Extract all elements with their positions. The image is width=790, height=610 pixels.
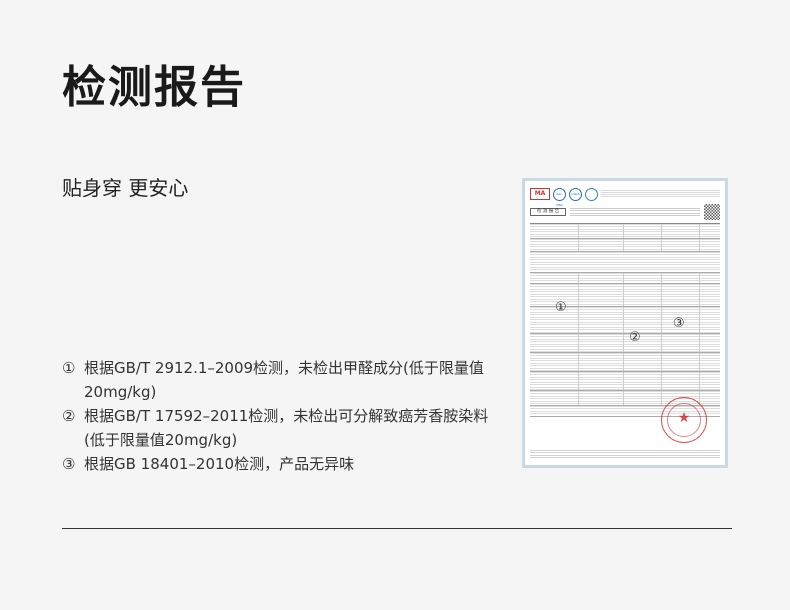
table-row [530,252,720,273]
report-mark-3: ③ [673,316,685,331]
note-number: ② [62,407,76,425]
cnas-logo-icon: CNAS [569,187,582,201]
table-row [530,372,720,391]
test-notes: ① 根据GB/T 2912.1–2009检测，未检出甲醛成分(低于限量值20mg… [62,356,492,476]
report-heading: 检 测 报 告 [530,208,567,216]
section-divider [62,528,732,529]
table-row [530,353,720,372]
report-document: MA ilac-MRA CNAS 检 测 报 告 ① ② ③ ★ [525,181,725,465]
table-row [530,239,720,252]
report-table [530,223,720,417]
report-footer-lines [530,450,720,460]
report-mark-2: ② [629,330,641,345]
table-row [530,224,720,239]
note-text: 根据GB/T 2912.1–2009检测，未检出甲醛成分(低于限量值20mg/k… [84,359,484,401]
note-item: ② 根据GB/T 17592–2011检测，未检出可分解致癌芳香胺染料(低于限量… [62,404,492,452]
note-item: ③ 根据GB 18401–2010检测，产品无异味 [62,452,492,476]
report-mark-1: ① [555,300,567,315]
report-logos: MA ilac-MRA CNAS [530,187,720,207]
page-subtitle: 贴身穿 更安心 [62,176,189,200]
note-text: 根据GB/T 17592–2011检测，未检出可分解致癌芳香胺染料(低于限量值2… [84,407,489,449]
note-text: 根据GB 18401–2010检测，产品无异味 [84,455,355,473]
note-number: ① [62,359,76,377]
page-title: 检测报告 [62,62,246,113]
lab-name-lines [601,190,720,198]
report-header-lines [570,208,700,216]
note-number: ③ [62,455,76,473]
red-stamp-icon: ★ [661,397,707,443]
lab-seal-icon [585,187,598,201]
table-row [530,273,720,284]
ilac-logo-icon: ilac-MRA [553,187,566,207]
ma-logo-icon: MA [530,188,550,200]
table-row [530,334,720,353]
report-image: MA ilac-MRA CNAS 检 测 报 告 ① ② ③ ★ [522,178,728,468]
qr-code-icon [704,204,720,220]
note-item: ① 根据GB/T 2912.1–2009检测，未检出甲醛成分(低于限量值20mg… [62,356,492,404]
